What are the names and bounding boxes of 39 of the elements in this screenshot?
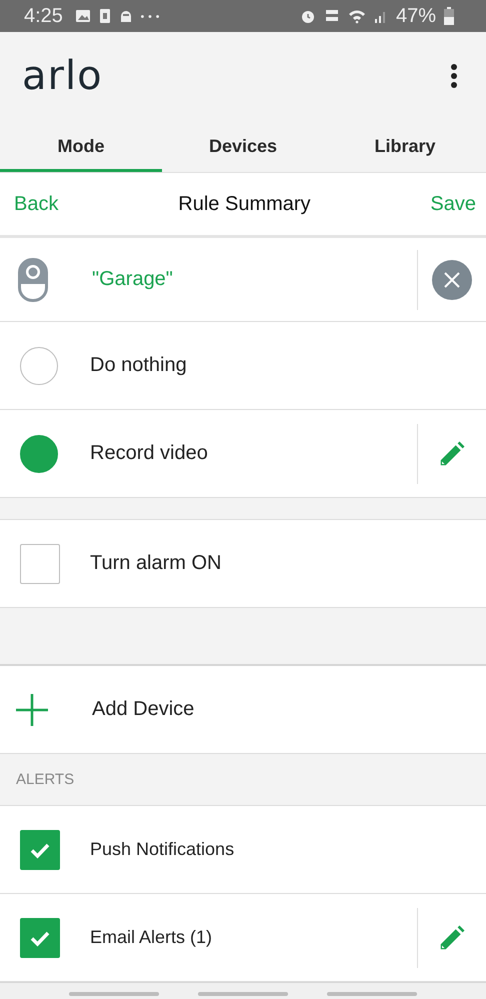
alarm-clock-icon: [300, 8, 316, 24]
action-label: Record video: [90, 442, 208, 465]
plus-icon: [15, 692, 49, 726]
tab[interactable]: Library: [324, 120, 486, 172]
alert-label: Email Alerts (1): [90, 927, 212, 948]
sim-card-icon: [98, 8, 111, 24]
close-button[interactable]: [432, 260, 472, 300]
nav-handle-bar[interactable]: [326, 992, 417, 996]
alert-row[interactable]: Email Alerts (1): [0, 894, 486, 982]
device-name: "Garage": [92, 268, 173, 291]
add-device-label: Add Device: [92, 698, 194, 721]
screen-title: Rule Summary: [178, 192, 311, 216]
nav-handle-bar[interactable]: [198, 992, 288, 996]
logo: arlo: [22, 53, 103, 99]
image-icon: [74, 8, 91, 24]
add-device-row[interactable]: Add Device: [0, 666, 486, 754]
alert-row[interactable]: Push Notifications: [0, 806, 486, 894]
camera-icon: [18, 258, 48, 302]
battery-percent: 47%: [396, 4, 436, 28]
more-vertical-icon: [450, 63, 458, 89]
close-icon: [443, 270, 461, 288]
battery-icon: [444, 7, 454, 25]
section-header: ALERTS: [16, 771, 74, 788]
wifi-icon: [348, 8, 366, 24]
nav-handle-bar[interactable]: [69, 992, 160, 996]
action-label: Do nothing: [90, 354, 187, 377]
radio-button[interactable]: [20, 434, 58, 472]
action-row[interactable]: Record video: [0, 410, 486, 498]
action-label: Turn alarm ON: [90, 552, 222, 575]
checkbox[interactable]: [20, 918, 60, 958]
action-row[interactable]: Turn alarm ON: [0, 520, 486, 608]
alert-label: Push Notifications: [90, 839, 234, 860]
checkbox[interactable]: [20, 544, 60, 584]
more-icon: [140, 14, 159, 18]
status-time: 4:25: [24, 4, 63, 28]
tab[interactable]: Devices: [162, 120, 324, 172]
radio-button[interactable]: [20, 346, 58, 384]
checkbox[interactable]: [20, 830, 60, 870]
action-row[interactable]: Do nothing: [0, 322, 486, 410]
